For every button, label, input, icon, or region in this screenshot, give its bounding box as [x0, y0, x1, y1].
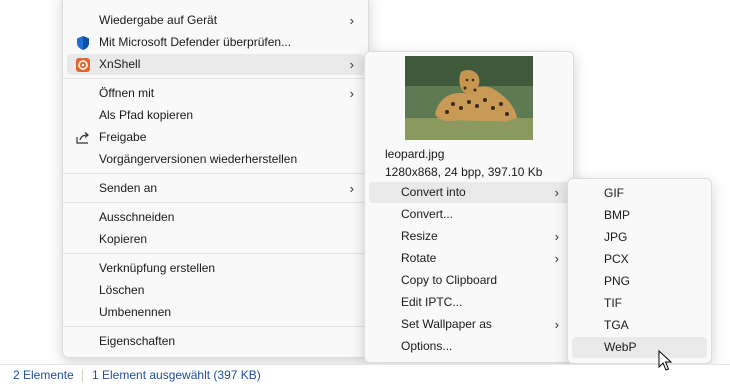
menu-item-label: Senden an [99, 181, 158, 195]
menu-item-label: Kopieren [99, 232, 148, 246]
menu-item-label: Edit IPTC... [401, 295, 463, 309]
xnshell-icon [75, 57, 91, 73]
chevron-right-icon: › [349, 181, 354, 196]
menu-item-xnshell[interactable]: XnShell › [67, 54, 364, 75]
menu-item-label: Öffnen mit [99, 86, 155, 100]
menu-item-label: Options... [401, 339, 453, 353]
menu-item-label: TIF [604, 296, 622, 310]
menu-item-label: Ausschneiden [99, 210, 175, 224]
format-tif[interactable]: TIF [572, 293, 707, 314]
menu-item-label: Vorgängerversionen wiederherstellen [99, 152, 298, 166]
status-selection: 1 Element ausgewählt (397 KB) [92, 368, 261, 382]
menu-separator [63, 202, 368, 203]
explorer-status-bar: 2 Elemente 1 Element ausgewählt (397 KB) [0, 364, 730, 386]
format-gif[interactable]: GIF [572, 183, 707, 204]
menu-item-umbenennen[interactable]: Umbenennen [67, 302, 364, 323]
status-divider [82, 369, 83, 382]
menu-separator [63, 326, 368, 327]
menu-item-label: PCX [604, 252, 629, 266]
menu-item-label: PNG [604, 274, 631, 288]
preview-file-info: 1280x868, 24 bpp, 397.10 Kb [385, 165, 543, 179]
menu-item-label: WebP [604, 340, 637, 354]
format-webp[interactable]: WebP [572, 337, 707, 358]
menu-item-verknuepfung-erstellen[interactable]: Verknüpfung erstellen [67, 258, 364, 279]
format-tga[interactable]: TGA [572, 315, 707, 336]
chevron-right-icon: › [554, 251, 559, 266]
format-pcx[interactable]: PCX [572, 249, 707, 270]
share-icon [75, 130, 91, 146]
menu-item-label: Rotate [401, 251, 437, 265]
menu-item-label: Mit Microsoft Defender überprüfen... [99, 35, 292, 49]
xn-item-set-wallpaper[interactable]: Set Wallpaper as › [369, 314, 569, 335]
menu-item-label: Copy to Clipboard [401, 273, 498, 287]
defender-shield-icon [75, 35, 91, 51]
menu-item-als-pfad-kopieren[interactable]: Als Pfad kopieren [67, 105, 364, 126]
menu-separator [63, 253, 368, 254]
chevron-right-icon: › [349, 13, 354, 28]
menu-item-label: Wiedergabe auf Gerät [99, 13, 218, 27]
menu-item-label: Verknüpfung erstellen [99, 261, 216, 275]
menu-item-wiedergabe[interactable]: Wiedergabe auf Gerät › [67, 10, 364, 31]
xn-item-resize[interactable]: Resize › [369, 226, 569, 247]
menu-item-label: Eigenschaften [99, 334, 176, 348]
menu-item-label: JPG [604, 230, 628, 244]
menu-item-label: Freigabe [99, 130, 147, 144]
menu-item-vorgaengerversionen[interactable]: Vorgängerversionen wiederherstellen [67, 149, 364, 170]
xn-item-convert[interactable]: Convert... [369, 204, 569, 225]
menu-item-loeschen[interactable]: Löschen [67, 280, 364, 301]
xn-item-convert-into[interactable]: Convert into › [369, 182, 569, 203]
menu-item-label: Als Pfad kopieren [99, 108, 194, 122]
menu-separator [63, 78, 368, 79]
chevron-right-icon: › [349, 57, 354, 72]
mouse-pointer-icon [658, 349, 673, 375]
menu-item-label: Set Wallpaper as [401, 317, 492, 331]
xn-item-edit-iptc[interactable]: Edit IPTC... [369, 292, 569, 313]
menu-item-label: Umbenennen [99, 305, 172, 319]
menu-item-oeffnen-mit[interactable]: Öffnen mit › [67, 83, 364, 104]
xn-item-copy-to-clipboard[interactable]: Copy to Clipboard [369, 270, 569, 291]
menu-item-ausschneiden[interactable]: Ausschneiden [67, 207, 364, 228]
status-item-count: 2 Elemente [13, 368, 74, 382]
chevron-right-icon: › [349, 86, 354, 101]
menu-item-label: Löschen [99, 283, 145, 297]
xn-item-rotate[interactable]: Rotate › [369, 248, 569, 269]
menu-separator [63, 173, 368, 174]
preview-file-name: leopard.jpg [385, 147, 445, 161]
explorer-context-menu: Wiedergabe auf Gerät › Mit Microsoft Def… [62, 0, 369, 358]
menu-item-label: BMP [604, 208, 631, 222]
xnshell-submenu: leopard.jpg 1280x868, 24 bpp, 397.10 Kb … [364, 51, 574, 363]
menu-item-label: Convert... [401, 207, 454, 221]
convert-into-submenu: GIF BMP JPG PCX PNG TIF TGA WebP [567, 178, 712, 364]
menu-item-eigenschaften[interactable]: Eigenschaften [67, 331, 364, 352]
menu-item-freigabe[interactable]: Freigabe [67, 127, 364, 148]
image-preview-thumbnail [405, 56, 533, 140]
chevron-right-icon: › [554, 229, 559, 244]
menu-item-kopieren[interactable]: Kopieren [67, 229, 364, 250]
menu-item-label: XnShell [99, 57, 141, 71]
chevron-right-icon: › [554, 185, 559, 200]
chevron-right-icon: › [554, 317, 559, 332]
format-bmp[interactable]: BMP [572, 205, 707, 226]
menu-item-senden-an[interactable]: Senden an › [67, 178, 364, 199]
format-jpg[interactable]: JPG [572, 227, 707, 248]
menu-item-label: Convert into [401, 185, 466, 199]
menu-item-label: TGA [604, 318, 629, 332]
xn-item-options[interactable]: Options... [369, 336, 569, 357]
menu-item-label: Resize [401, 229, 438, 243]
format-png[interactable]: PNG [572, 271, 707, 292]
menu-item-label: GIF [604, 186, 624, 200]
menu-item-defender-scan[interactable]: Mit Microsoft Defender überprüfen... [67, 32, 364, 53]
